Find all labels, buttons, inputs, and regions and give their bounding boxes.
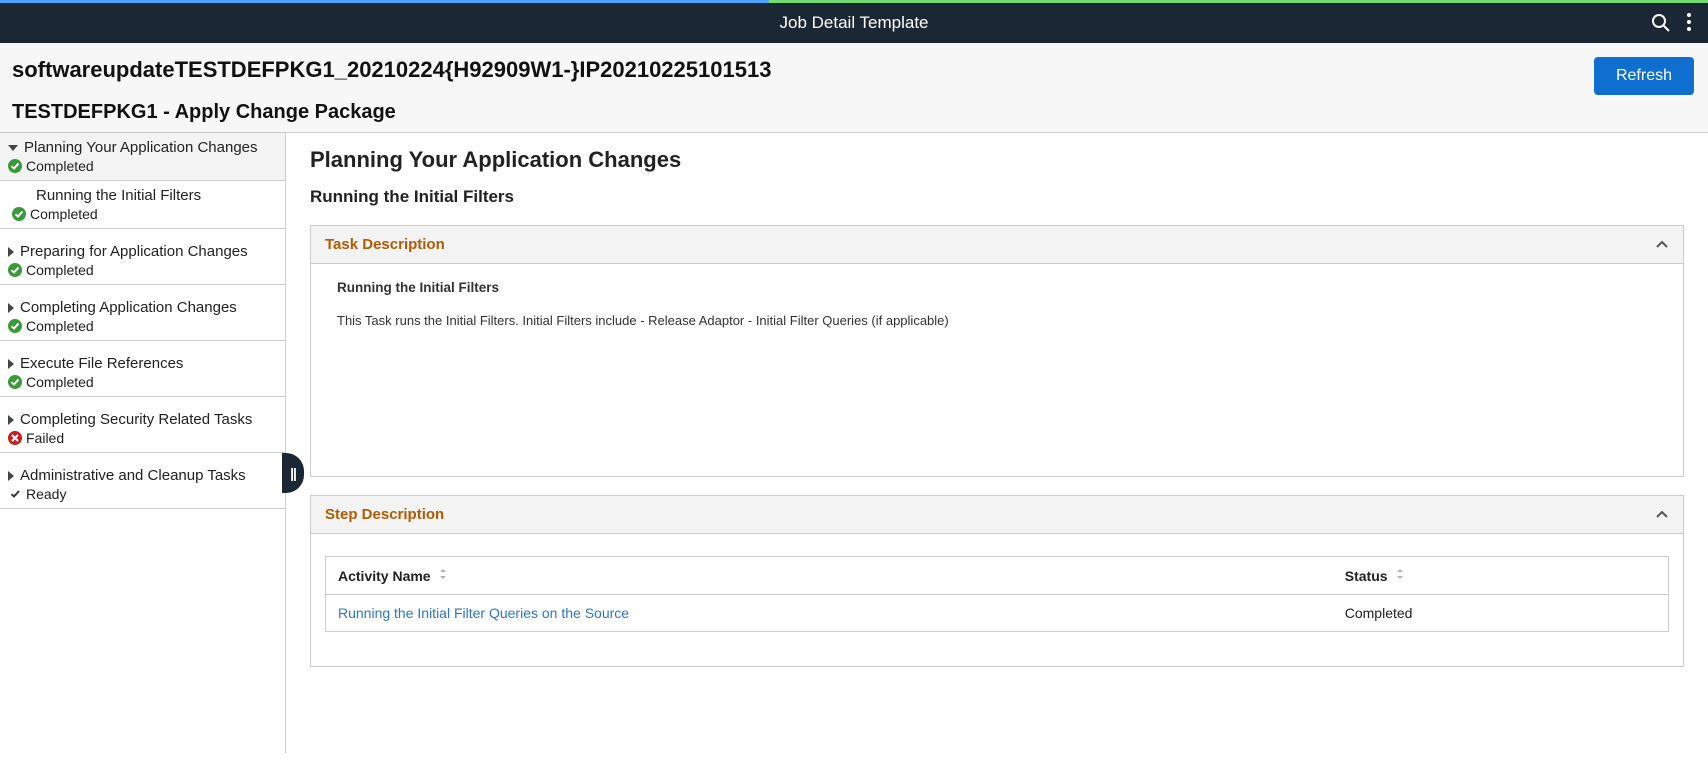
sidebar-item-label: Execute File References — [20, 355, 183, 372]
sidebar-item-status: Failed — [26, 430, 64, 446]
sidebar-item-planning[interactable]: Planning Your Application Changes Comple… — [0, 133, 285, 181]
sidebar-item-label: Running the Initial Filters — [36, 187, 201, 204]
check-icon — [12, 207, 26, 221]
sidebar-item-label: Completing Application Changes — [20, 299, 237, 316]
check-icon — [8, 375, 22, 389]
search-icon[interactable] — [1650, 12, 1670, 35]
chevron-up-icon — [1655, 508, 1669, 522]
page-title: Job Detail Template — [0, 13, 1708, 33]
content-subheading: Running the Initial Filters — [310, 187, 1684, 207]
task-name: Running the Initial Filters — [337, 280, 1657, 295]
fail-icon — [8, 431, 22, 445]
sidebar-item-status: Completed — [26, 374, 94, 390]
sidebar-nav: Planning Your Application Changes Comple… — [0, 133, 286, 753]
content-heading: Planning Your Application Changes — [310, 147, 1684, 173]
sidebar-item-status: Completed — [26, 158, 94, 174]
sidebar-item-status: Completed — [26, 262, 94, 278]
activity-link[interactable]: Running the Initial Filter Queries on th… — [338, 605, 629, 621]
chevron-right-icon — [8, 471, 14, 481]
sidebar-item-security-tasks[interactable]: Completing Security Related Tasks Failed — [0, 397, 285, 453]
step-description-panel: Step Description Activity Name Status — [310, 495, 1684, 667]
sidebar-item-admin-cleanup[interactable]: Administrative and Cleanup Tasks Ready — [0, 453, 285, 509]
chevron-down-icon — [8, 145, 18, 151]
check-icon — [8, 263, 22, 277]
sidebar-item-status: Ready — [26, 486, 66, 502]
job-name: softwareupdateTESTDEFPKG1_20210224{H9290… — [12, 57, 1690, 83]
sidebar-item-status: Completed — [26, 318, 94, 334]
task-description-panel: Task Description Running the Initial Fil… — [310, 225, 1684, 477]
check-icon — [8, 159, 22, 173]
sidebar-item-label: Completing Security Related Tasks — [20, 411, 252, 428]
refresh-button[interactable]: Refresh — [1594, 57, 1694, 95]
more-menu-icon[interactable] — [1686, 12, 1692, 35]
chevron-right-icon — [8, 247, 14, 257]
task-description-text: This Task runs the Initial Filters. Init… — [337, 313, 1657, 328]
sidebar-item-label: Planning Your Application Changes — [24, 139, 258, 156]
sidebar-item-label: Administrative and Cleanup Tasks — [20, 467, 246, 484]
task-description-label: Task Description — [325, 236, 445, 253]
step-description-label: Step Description — [325, 506, 444, 523]
sidebar-item-execute-file-refs[interactable]: Execute File References Completed — [0, 341, 285, 397]
step-description-header[interactable]: Step Description — [311, 496, 1683, 534]
sidebar-item-completing-changes[interactable]: Completing Application Changes Completed — [0, 285, 285, 341]
sidebar-item-label: Preparing for Application Changes — [20, 243, 248, 260]
top-bar: Job Detail Template — [0, 3, 1708, 43]
chevron-right-icon — [8, 359, 14, 369]
task-description-header[interactable]: Task Description — [311, 226, 1683, 264]
check-icon — [8, 319, 22, 333]
chevron-right-icon — [8, 303, 14, 313]
main-content: Planning Your Application Changes Runnin… — [286, 133, 1708, 753]
activity-status: Completed — [1333, 595, 1669, 632]
sort-icon — [438, 567, 448, 584]
table-row: Running the Initial Filter Queries on th… — [326, 595, 1669, 632]
ready-icon — [8, 487, 22, 501]
sort-icon — [1395, 567, 1405, 584]
sidebar-item-status: Completed — [30, 206, 98, 222]
chevron-up-icon — [1655, 238, 1669, 252]
col-status[interactable]: Status — [1333, 557, 1669, 595]
sidebar-item-running-initial-filters[interactable]: Running the Initial Filters Completed — [0, 181, 285, 229]
chevron-right-icon — [8, 415, 14, 425]
header-area: softwareupdateTESTDEFPKG1_20210224{H9290… — [0, 43, 1708, 133]
job-subtitle: TESTDEFPKG1 - Apply Change Package — [12, 101, 1690, 124]
sidebar-item-preparing[interactable]: Preparing for Application Changes Comple… — [0, 229, 285, 285]
step-table: Activity Name Status Running the Initial… — [325, 556, 1669, 632]
col-activity-name[interactable]: Activity Name — [326, 557, 1333, 595]
